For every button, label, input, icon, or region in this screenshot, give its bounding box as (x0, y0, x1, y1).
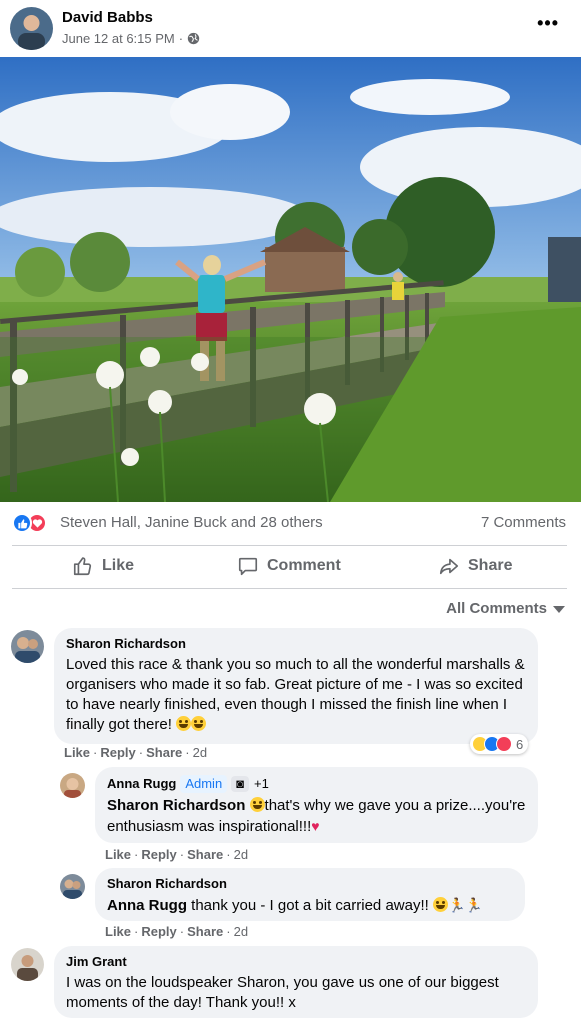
share-label: Share (468, 557, 513, 574)
comment-reply-link[interactable]: Reply (141, 924, 176, 939)
author-name[interactable]: David Babbs (62, 9, 153, 26)
heart-emoji-icon: ♥ (311, 818, 320, 834)
runner-emoji-icon: 🏃 (447, 897, 466, 913)
comments-filter-dropdown[interactable]: All Comments (446, 600, 565, 617)
comment-share-link[interactable]: Share (187, 924, 223, 939)
caret-down-icon (553, 606, 565, 613)
post-photo[interactable] (0, 57, 581, 502)
comment-bubble: Sharon Richardson Loved this race & than… (54, 628, 538, 744)
like-button[interactable]: Like (72, 555, 134, 577)
commenter-name[interactable]: Sharon Richardson (66, 636, 526, 652)
tagged-user[interactable]: Anna Rugg (107, 897, 187, 914)
laughing-emoji-icon (432, 897, 448, 912)
tagged-user[interactable]: Sharon Richardson (107, 797, 245, 814)
laughing-emoji-icon (191, 716, 207, 731)
comment-actions: Like · Reply · Share · 2d (64, 745, 208, 760)
runner-emoji-icon: 🏃 (465, 897, 483, 913)
reaction-icons[interactable] (12, 513, 47, 533)
reaction-count: 6 (516, 736, 524, 752)
laughing-emoji-icon (249, 797, 265, 812)
admin-badge[interactable]: Admin (180, 775, 228, 793)
comment-actions: Like · Reply · Share · 2d (105, 924, 249, 939)
love-icon (496, 736, 512, 752)
commenter-name[interactable]: Jim Grant (66, 954, 526, 970)
extra-badges-count[interactable]: +1 (254, 776, 269, 791)
commenter-name[interactable]: Sharon Richardson (107, 876, 513, 892)
share-button[interactable]: Share (438, 555, 512, 577)
comment-button[interactable]: Comment (237, 555, 341, 577)
reaction-names[interactable]: Steven Hall, Janine Buck and 28 others (60, 514, 323, 531)
commenter-avatar[interactable] (60, 773, 85, 798)
comment-bubble: Jim Grant I was on the loudspeaker Sharo… (54, 946, 538, 1018)
comment-like-link[interactable]: Like (105, 847, 131, 862)
comment-bubble: Sharon Richardson Anna Rugg thank you - … (95, 868, 525, 921)
author-avatar[interactable] (10, 7, 53, 50)
thumbs-up-icon (73, 557, 92, 576)
comment-time[interactable]: 2d (234, 924, 248, 939)
commenter-avatar[interactable] (60, 874, 85, 899)
post-meta: June 12 at 6:15 PM · (62, 31, 200, 46)
reactions-summary: Steven Hall, Janine Buck and 28 others 7… (0, 505, 581, 541)
comment-reply-link[interactable]: Reply (141, 847, 176, 862)
commenter-avatar[interactable] (11, 948, 44, 981)
conversation-starter-icon[interactable]: ◙ (231, 776, 250, 792)
comment-text: thank you - I got a bit carried away!! (191, 897, 429, 914)
comment-label: Comment (267, 557, 341, 574)
like-label: Like (102, 557, 135, 574)
comment-share-link[interactable]: Share (146, 745, 182, 760)
comment-like-link[interactable]: Like (64, 745, 90, 760)
post-header: David Babbs June 12 at 6:15 PM · ••• (0, 0, 581, 57)
comment-icon (238, 557, 258, 576)
commenter-avatar[interactable] (11, 630, 44, 663)
globe-icon (187, 32, 200, 45)
comment-time[interactable]: 2d (193, 745, 207, 760)
comment-text: Loved this race & thank you so much to a… (66, 656, 525, 733)
comment-count[interactable]: 7 Comments (481, 514, 566, 531)
share-icon (439, 558, 459, 575)
more-options-icon[interactable]: ••• (537, 14, 559, 32)
comment-share-link[interactable]: Share (187, 847, 223, 862)
comment-time[interactable]: 2d (234, 847, 248, 862)
like-icon (12, 513, 32, 533)
comments-filter-label: All Comments (446, 600, 547, 617)
comment-like-link[interactable]: Like (105, 924, 131, 939)
commenter-name[interactable]: Anna Rugg (107, 776, 176, 791)
divider (12, 545, 567, 546)
post-timestamp[interactable]: June 12 at 6:15 PM (62, 31, 175, 46)
comment-reply-link[interactable]: Reply (100, 745, 135, 760)
action-row: Like Comment Share (0, 547, 581, 588)
comment-bubble: Anna Rugg Admin ◙ +1 Sharon Richardson that… (95, 767, 538, 843)
laughing-emoji-icon (176, 716, 192, 731)
comment-actions: Like · Reply · Share · 2d (105, 847, 249, 862)
comment-text: I was on the loudspeaker Sharon, you gav… (66, 974, 499, 1011)
comment-reactions[interactable]: 6 (470, 734, 529, 754)
divider (12, 588, 567, 589)
